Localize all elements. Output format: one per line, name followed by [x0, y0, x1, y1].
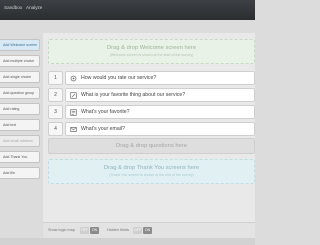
nav-link-sandbox[interactable]: Sandbox: [4, 5, 22, 10]
logic-map-label: Show logic map: [48, 228, 75, 232]
question-row[interactable]: 2 What is your favorite thing about our …: [48, 88, 255, 102]
thank-you-drop-title: Drag & drop Thank You screens here: [103, 165, 200, 171]
welcome-drop-hint: (Welcome screen is shown at the start of…: [109, 53, 194, 57]
text-icon: [70, 109, 77, 116]
welcome-drop-title: Drag & drop Welcome screen here: [106, 45, 197, 51]
sidebar-item-text[interactable]: Add text: [0, 119, 40, 131]
question-text: What's your email?: [81, 126, 125, 132]
question-row[interactable]: 1 How would you rate our service?: [48, 71, 255, 85]
email-icon: [70, 127, 77, 132]
logic-map-toggle-on[interactable]: ON: [90, 227, 99, 234]
sidebar-item-file[interactable]: Add file: [0, 167, 40, 179]
sidebar-item-thank-you[interactable]: Add Thank You: [0, 151, 40, 163]
question-row[interactable]: 4 What's your email?: [48, 122, 255, 136]
question-card[interactable]: What is your favorite thing about our se…: [65, 88, 255, 102]
edit-icon: [70, 92, 77, 99]
sidebar-item-question-group[interactable]: Add question group: [0, 87, 40, 99]
question-number: 3: [48, 105, 63, 119]
sidebar-item-multiple-choice[interactable]: Add multiple choice: [0, 55, 40, 67]
question-number: 1: [48, 71, 63, 85]
logic-map-toggle-off[interactable]: OFF: [80, 227, 89, 234]
question-text: What is your favorite thing about our se…: [81, 92, 186, 98]
question-text: What's your favorite?: [81, 109, 130, 115]
top-navigation-bar: Sandbox Analyze: [0, 0, 255, 20]
sidebar-item-email[interactable]: Add email address: [0, 135, 40, 147]
footer-strip: [0, 238, 255, 245]
question-card[interactable]: What's your favorite?: [65, 105, 255, 119]
question-row[interactable]: 3 What's your favorite?: [48, 105, 255, 119]
sidebar-item-rating[interactable]: Add rating: [0, 103, 40, 115]
question-number: 4: [48, 122, 63, 136]
hidden-fields-label: Hidden fields: [107, 228, 129, 232]
thank-you-drop-hint: (Thank You screen is shown at the end of…: [109, 173, 194, 177]
bottom-toolbar: Show logic map OFF ON Hidden fields OFF …: [43, 222, 255, 238]
sidebar: Add Welcome screen Add multiple choice A…: [0, 33, 40, 233]
hidden-fields-toggle-on[interactable]: ON: [143, 227, 152, 234]
welcome-drop-zone[interactable]: Drag & drop Welcome screen here (Welcome…: [48, 39, 255, 64]
sidebar-item-welcome[interactable]: Add Welcome screen: [0, 39, 40, 51]
questions-drop-zone[interactable]: Drag & drop questions here: [48, 138, 255, 154]
question-number: 2: [48, 88, 63, 102]
nav-link-analyze[interactable]: Analyze: [26, 5, 42, 10]
rating-icon: [70, 75, 77, 82]
survey-builder-canvas: Drag & drop Welcome screen here (Welcome…: [43, 33, 255, 233]
thank-you-drop-zone[interactable]: Drag & drop Thank You screens here (Than…: [48, 159, 255, 184]
hidden-fields-toggle-off[interactable]: OFF: [133, 227, 142, 234]
question-card[interactable]: How would you rate our service?: [65, 71, 255, 85]
sidebar-item-single-choice[interactable]: Add single choice: [0, 71, 40, 83]
question-text: How would you rate our service?: [81, 75, 157, 81]
question-card[interactable]: What's your email?: [65, 122, 255, 136]
